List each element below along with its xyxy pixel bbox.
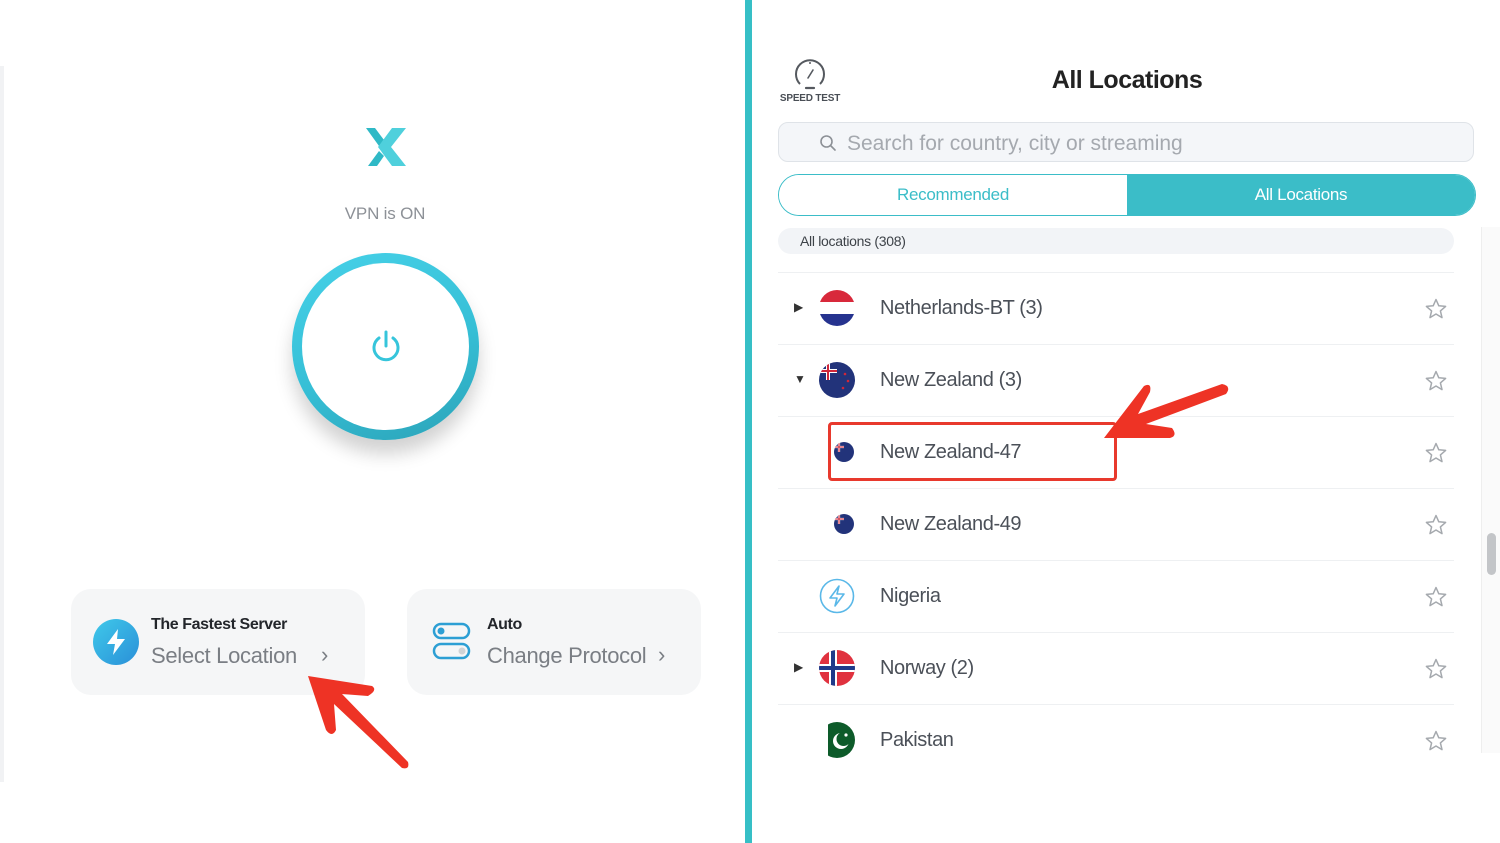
all-locations-count-header: All locations (308) [778, 228, 1454, 254]
collapse-caret-icon[interactable]: ▼ [794, 372, 806, 386]
location-name: Pakistan [880, 729, 954, 751]
list-item[interactable]: ▼ New Zealand (3) [778, 344, 1454, 416]
new-zealand-flag-icon [819, 362, 855, 398]
vpn-main-panel: VPN is ON The Fastest Server Select Loca… [0, 0, 745, 843]
locations-list: ▶ Netherlands-BT (3) ▼ New Zealand (3) N… [778, 272, 1454, 776]
favorite-star-icon[interactable] [1424, 513, 1448, 537]
new-zealand-flag-icon [834, 442, 854, 462]
scrollbar[interactable] [1481, 227, 1500, 753]
app-logo-icon [366, 128, 406, 166]
location-name: New Zealand (3) [880, 369, 1022, 391]
page-title: All Locations [1051, 66, 1203, 94]
search-icon [820, 135, 836, 151]
search-input[interactable] [845, 129, 1449, 159]
favorite-star-icon[interactable] [1424, 585, 1448, 609]
search-field[interactable] [778, 122, 1474, 162]
new-zealand-flag-icon [834, 514, 854, 534]
favorite-star-icon[interactable] [1424, 441, 1448, 465]
location-name: Norway (2) [880, 657, 974, 679]
bolt-icon [93, 619, 139, 665]
change-protocol-button[interactable]: Auto Change Protocol › [407, 589, 701, 695]
fastest-server-label: The Fastest Server [151, 616, 287, 633]
expand-caret-icon[interactable]: ▶ [794, 300, 803, 314]
location-tabs: Recommended All Locations [778, 174, 1476, 216]
select-location-button[interactable]: The Fastest Server Select Location › [71, 589, 365, 695]
change-protocol-label: Change Protocol [487, 643, 647, 668]
tab-recommended[interactable]: Recommended [779, 175, 1127, 215]
list-item-new-zealand-47[interactable]: New Zealand-47 [778, 416, 1454, 488]
location-name: New Zealand-49 [880, 513, 1022, 535]
protocol-mode-label: Auto [487, 616, 522, 633]
scrollbar-thumb[interactable] [1487, 533, 1496, 575]
pakistan-flag-icon [819, 722, 855, 758]
fastest-bolt-icon [819, 578, 855, 614]
norway-flag-icon [819, 650, 855, 686]
favorite-star-icon[interactable] [1424, 369, 1448, 393]
netherlands-flag-icon [819, 290, 855, 326]
vpn-status-text: VPN is ON [344, 204, 426, 223]
chevron-right-icon: › [321, 642, 329, 667]
toggle-icon [432, 622, 471, 660]
favorite-star-icon[interactable] [1424, 297, 1448, 321]
favorite-star-icon[interactable] [1424, 729, 1448, 753]
speedometer-icon [795, 59, 825, 90]
list-item[interactable]: New Zealand-49 [778, 488, 1454, 560]
expand-caret-icon[interactable]: ▶ [794, 660, 803, 674]
location-name: Netherlands-BT (3) [880, 297, 1043, 319]
power-button[interactable] [292, 253, 479, 440]
locations-panel: SPEED TEST All Locations Recommended All… [752, 0, 1500, 843]
list-item[interactable]: Pakistan [778, 704, 1454, 776]
speed-test-label: SPEED TEST [779, 93, 841, 104]
list-item[interactable]: ▶ Netherlands-BT (3) [778, 272, 1454, 344]
chevron-right-icon: › [658, 642, 666, 667]
location-name: Nigeria [880, 585, 941, 607]
power-icon [372, 330, 400, 362]
window-edge [0, 66, 4, 782]
favorite-star-icon[interactable] [1424, 657, 1448, 681]
location-name: New Zealand-47 [880, 441, 1022, 463]
list-item[interactable]: ▶ Norway (2) [778, 632, 1454, 704]
list-item[interactable]: Nigeria [778, 560, 1454, 632]
select-location-label: Select Location [151, 643, 297, 668]
panel-divider [745, 0, 752, 843]
tab-all-locations[interactable]: All Locations [1127, 175, 1475, 215]
speed-test-button[interactable]: SPEED TEST [778, 58, 842, 110]
